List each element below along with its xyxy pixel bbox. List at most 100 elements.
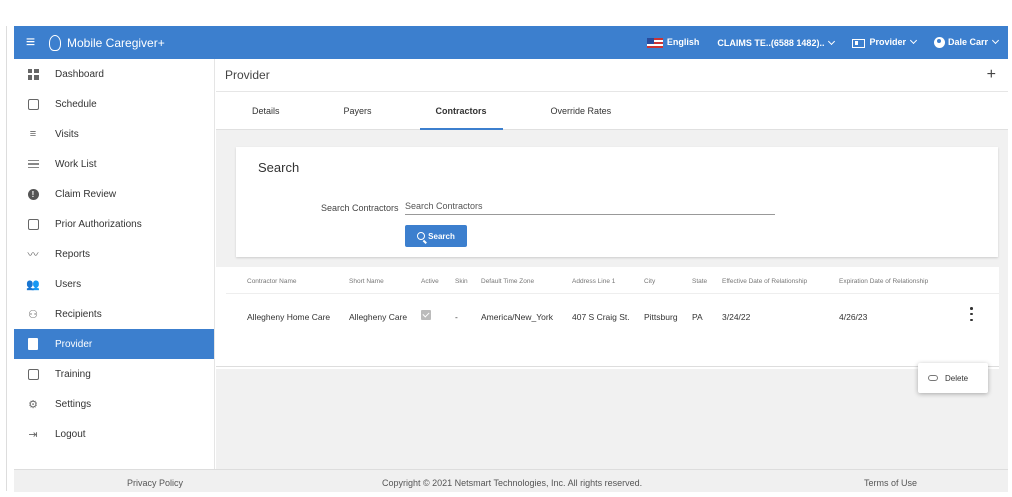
sidebar-item-training[interactable]: Training: [14, 359, 214, 389]
claims-label: CLAIMS TE..(6588 1482)..: [717, 37, 825, 48]
dashboard-icon: [26, 68, 40, 80]
sidebar-item-provider[interactable]: Provider: [14, 329, 214, 359]
tab-details[interactable]: Details: [216, 92, 312, 130]
column-header: Skin: [455, 278, 468, 285]
main-content: Provider + Details Payers Contractors Ov…: [216, 59, 1008, 469]
sidebar-item-label: Logout: [55, 428, 86, 440]
tab-bar: Details Payers Contractors Override Rate…: [216, 92, 1008, 130]
search-contractors-label: Search Contractors: [321, 203, 399, 213]
tab-label: Contractors: [435, 105, 487, 116]
sidebar-item-label: Provider: [55, 338, 93, 350]
sidebar-item-dashboard[interactable]: Dashboard: [14, 59, 214, 89]
search-icon: [417, 232, 426, 240]
claims-selector[interactable]: CLAIMS TE..(6588 1482)..: [717, 37, 836, 48]
sidebar-item-claim-review[interactable]: ! Claim Review: [14, 179, 214, 209]
user-name: Dale Carr: [947, 36, 988, 47]
chevron-down-icon: [909, 37, 918, 45]
footer: Privacy Policy Copyright © 2021 Netsmart…: [14, 469, 1008, 492]
language-selector[interactable]: English: [646, 37, 700, 48]
cell-address: 407 S Craig St.: [572, 312, 630, 322]
search-card: Search Search Contractors Search: [236, 147, 998, 257]
sidebar-item-prior-authorizations[interactable]: Prior Authorizations: [14, 209, 214, 239]
header-divider: [226, 293, 999, 294]
chevron-down-icon: [991, 36, 1000, 44]
sidebar-item-schedule[interactable]: Schedule: [14, 89, 214, 119]
column-header: State: [692, 278, 708, 285]
chevron-down-icon: [828, 37, 836, 45]
sidebar-item-logout[interactable]: ⇥ Logout: [14, 419, 214, 449]
column-header: Default Time Zone: [481, 278, 535, 285]
row-divider: [216, 366, 999, 367]
sidebar-item-label: Users: [55, 278, 82, 290]
cell-state: PA: [692, 312, 703, 322]
topbar-actions: English CLAIMS TE..(6588 1482).. Provide…: [646, 36, 1008, 49]
list-icon: [26, 158, 40, 170]
logout-icon: ⇥: [28, 428, 38, 441]
tab-label: Override Rates: [550, 105, 612, 116]
sidebar-item-label: Schedule: [55, 98, 97, 110]
column-header: Contractor Name: [247, 278, 297, 285]
sidebar-item-label: Claim Review: [55, 188, 117, 200]
contractors-table: Contractor Name Short Name Active Skin D…: [216, 267, 999, 369]
brand: Mobile Caregiver+: [49, 34, 165, 51]
sidebar-item-label: Visits: [55, 128, 79, 140]
hamburger-menu-icon[interactable]: ≡: [14, 34, 47, 52]
search-title: Search: [258, 160, 300, 175]
search-contractors-input[interactable]: [405, 197, 775, 215]
cell-expiration-date: 4/26/23: [839, 312, 868, 322]
sidebar-item-label: Recipients: [55, 308, 102, 320]
sidebar-item-recipients[interactable]: ⚇ Recipients: [14, 299, 214, 329]
app-name: Mobile Caregiver+: [67, 35, 165, 50]
cell-short-name: Allegheny Care: [349, 312, 408, 322]
provider-card-icon: [852, 38, 866, 48]
column-header: Expiration Date of Relationship: [839, 278, 929, 285]
column-header: Effective Date of Relationship: [722, 278, 808, 285]
tab-override-rates[interactable]: Override Rates: [519, 92, 644, 130]
user-avatar-icon: [933, 37, 945, 49]
copyright-text: Copyright © 2021 Netsmart Technologies, …: [382, 478, 643, 488]
column-header: Address Line 1: [572, 278, 616, 285]
provider-selector[interactable]: Provider: [852, 37, 918, 48]
us-flag-icon: [646, 37, 663, 48]
privacy-policy-link[interactable]: Privacy Policy: [127, 478, 183, 488]
provider-icon: [26, 338, 40, 350]
more-vert-icon[interactable]: [970, 307, 973, 321]
cell-effective-date: 3/24/22: [722, 312, 751, 322]
tab-contractors[interactable]: Contractors: [404, 92, 519, 130]
add-icon[interactable]: +: [987, 66, 996, 84]
search-button[interactable]: Search: [405, 225, 467, 247]
window-edge: [6, 26, 7, 491]
cell-time-zone: America/New_York: [481, 312, 553, 322]
training-icon: [26, 368, 40, 380]
active-checkbox[interactable]: [421, 310, 431, 320]
sidebar: Dashboard Schedule ≡ Visits Work List ! …: [14, 59, 215, 469]
column-header: Short Name: [349, 278, 384, 285]
sidebar-item-label: Settings: [55, 398, 92, 410]
sidebar-item-settings[interactable]: ⚙ Settings: [14, 389, 214, 419]
sidebar-item-label: Prior Authorizations: [55, 218, 142, 230]
app-window: ≡ Mobile Caregiver+ English CLAIMS TE..(…: [14, 26, 1008, 492]
recipients-icon: ⚇: [28, 308, 38, 321]
tab-payers[interactable]: Payers: [312, 92, 404, 130]
sidebar-item-reports[interactable]: 〰 Reports: [14, 239, 214, 269]
sidebar-item-work-list[interactable]: Work List: [14, 149, 214, 179]
link-icon: [928, 375, 938, 381]
column-header: City: [644, 278, 656, 285]
sidebar-item-visits[interactable]: ≡ Visits: [14, 119, 214, 149]
provider-selector-label: Provider: [869, 37, 906, 48]
sidebar-item-label: Training: [55, 368, 91, 380]
language-label: English: [666, 37, 700, 48]
context-menu-delete[interactable]: Delete: [918, 363, 988, 393]
tab-label: Details: [252, 105, 280, 116]
users-icon: 👥: [26, 278, 40, 291]
terms-of-use-link[interactable]: Terms of Use: [864, 478, 917, 488]
calendar-icon: [26, 98, 40, 110]
sidebar-item-label: Work List: [55, 158, 97, 170]
search-button-label: Search: [428, 231, 455, 241]
gear-icon: ⚙: [28, 398, 38, 411]
alert-icon: !: [26, 188, 40, 200]
logo-icon: [49, 34, 61, 51]
page-title: Provider: [225, 68, 270, 82]
sidebar-item-users[interactable]: 👥 Users: [14, 269, 214, 299]
user-menu[interactable]: Dale Carr: [933, 36, 1000, 49]
